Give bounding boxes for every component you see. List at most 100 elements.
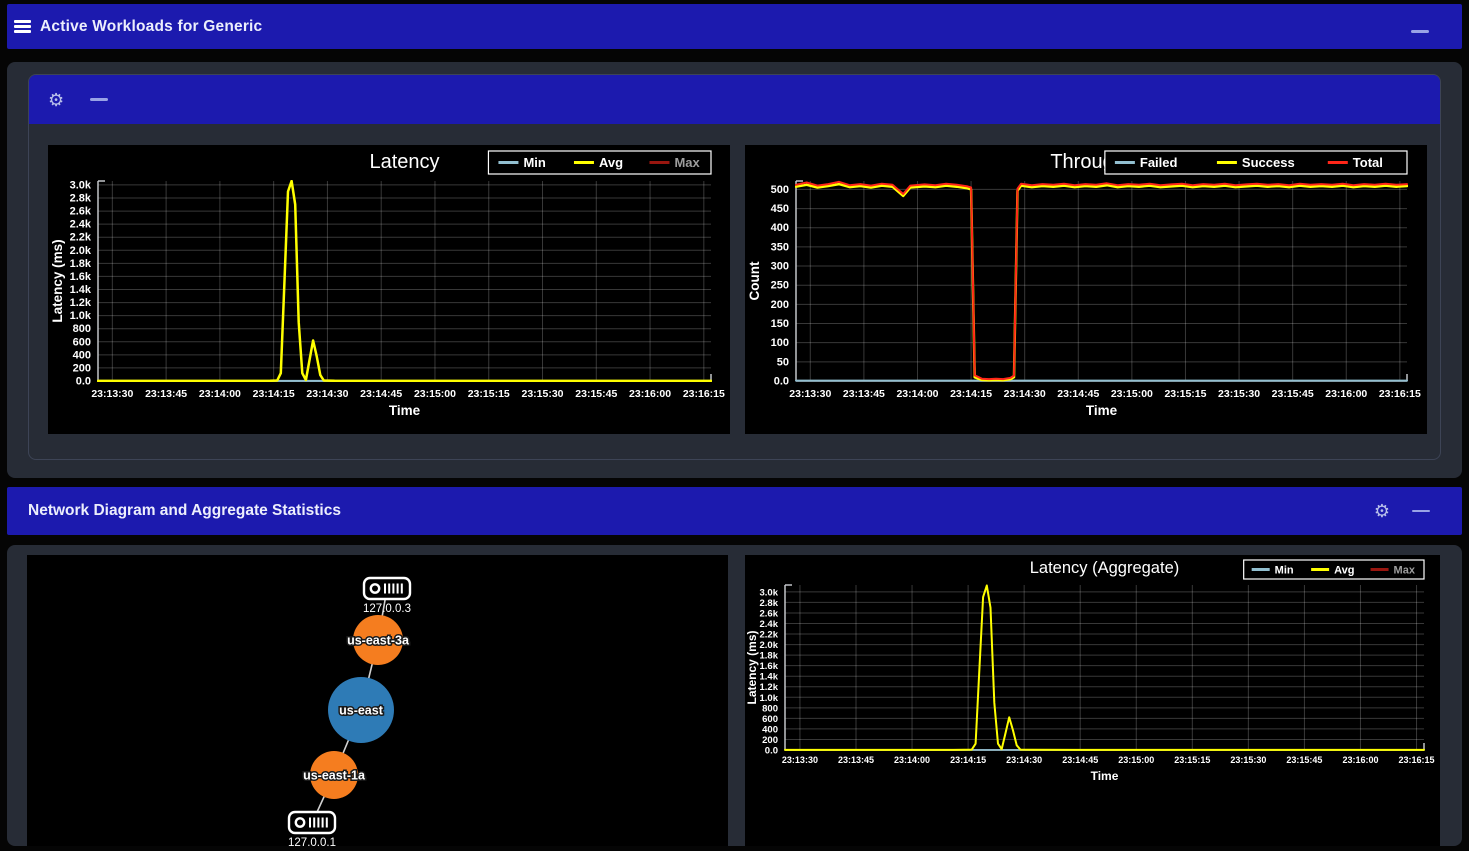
node-host-top[interactable]: 127.0.0.3 bbox=[363, 578, 411, 615]
x-tick-label: 23:14:00 bbox=[199, 388, 241, 400]
panel-minimize-icon[interactable] bbox=[90, 98, 108, 101]
network-section-header: Network Diagram and Aggregate Statistics… bbox=[7, 487, 1462, 535]
app-title-bar: Active Workloads for Generic bbox=[7, 4, 1462, 49]
node-us-east[interactable]: us-east bbox=[328, 677, 394, 743]
node-label: us-east-1a bbox=[303, 769, 366, 783]
y-tick-label: 2.0k bbox=[760, 640, 779, 651]
legend-label: Max bbox=[1394, 564, 1416, 576]
y-tick-label: 200 bbox=[771, 299, 789, 311]
chart-title: Latency (Aggregate) bbox=[1030, 559, 1180, 577]
latency-aggregate-panel: 0.02004006008001.0k1.2k1.4k1.6k1.8k2.0k2… bbox=[745, 555, 1440, 846]
y-tick-label: 0.0 bbox=[76, 376, 91, 388]
gear-icon[interactable]: ⚙ bbox=[48, 91, 64, 109]
latency-aggregate-chart[interactable]: 0.02004006008001.0k1.2k1.4k1.6k1.8k2.0k2… bbox=[745, 555, 1440, 800]
series-success bbox=[796, 184, 1407, 380]
y-tick-label: 200 bbox=[73, 362, 91, 374]
x-tick-label: 23:14:00 bbox=[894, 755, 930, 765]
y-tick-label: 50 bbox=[777, 356, 789, 368]
legend-label: Min bbox=[523, 155, 545, 170]
y-tick-label: 1.2k bbox=[760, 682, 779, 693]
x-tick-label: 23:13:45 bbox=[838, 755, 874, 765]
network-diagram[interactable]: 127.0.0.3 us-east-3a us-east us-east-1a 127.… bbox=[27, 555, 728, 846]
y-tick-label: 3.0k bbox=[760, 587, 779, 598]
section-minimize-icon[interactable] bbox=[1412, 510, 1430, 513]
charts-row: 0.02004006008001.0k1.2k1.4k1.6k1.8k2.0k2… bbox=[48, 145, 1427, 434]
node-us-east-3a[interactable]: us-east-3a bbox=[347, 615, 410, 665]
node-label: us-east-3a bbox=[347, 634, 410, 648]
node-host-bottom[interactable]: 127.0.0.1 bbox=[288, 812, 336, 846]
y-axis-label: Count bbox=[747, 261, 762, 300]
y-tick-label: 2.4k bbox=[760, 619, 779, 630]
x-tick-label: 23:16:15 bbox=[1399, 755, 1435, 765]
x-tick-label: 23:15:00 bbox=[1118, 755, 1154, 765]
y-tick-label: 1.6k bbox=[760, 661, 779, 672]
x-tick-label: 23:14:45 bbox=[1057, 388, 1099, 400]
y-tick-label: 1.8k bbox=[760, 651, 779, 662]
y-tick-label: 450 bbox=[771, 203, 789, 215]
x-tick-label: 23:14:15 bbox=[253, 388, 295, 400]
x-tick-label: 23:15:15 bbox=[1164, 388, 1206, 400]
x-tick-label: 23:16:15 bbox=[683, 388, 725, 400]
y-tick-label: 1.4k bbox=[760, 672, 779, 683]
y-tick-label: 150 bbox=[771, 318, 789, 330]
y-tick-label: 100 bbox=[771, 337, 789, 349]
y-axis-label: Latency (ms) bbox=[50, 239, 65, 322]
y-tick-label: 350 bbox=[771, 241, 789, 253]
latency-svg: 0.02004006008001.0k1.2k1.4k1.6k1.8k2.0k2… bbox=[48, 145, 730, 429]
x-tick-label: 23:15:00 bbox=[414, 388, 456, 400]
latency-chart[interactable]: 0.02004006008001.0k1.2k1.4k1.6k1.8k2.0k2… bbox=[48, 145, 730, 434]
y-tick-label: 1.2k bbox=[70, 297, 92, 309]
host-label: 127.0.0.1 bbox=[288, 837, 336, 846]
y-tick-label: 2.4k bbox=[70, 219, 92, 231]
x-tick-label: 23:14:30 bbox=[1006, 755, 1042, 765]
chart-title: Latency bbox=[369, 151, 439, 173]
y-tick-label: 0.0 bbox=[774, 376, 789, 388]
y-tick-label: 3.0k bbox=[70, 179, 92, 191]
workloads-panel: ⚙ 0.02004006008001.0k1.2k1.4k1.6k1.8k2.0… bbox=[28, 74, 1441, 460]
throughput-chart[interactable]: 0.05010015020025030035040045050023:13:30… bbox=[745, 145, 1427, 434]
y-tick-label: 500 bbox=[771, 184, 789, 196]
y-tick-label: 400 bbox=[762, 724, 778, 735]
window-minimize-icon[interactable] bbox=[1411, 30, 1429, 33]
y-tick-label: 1.8k bbox=[70, 258, 92, 270]
y-tick-label: 2.8k bbox=[760, 598, 779, 609]
x-tick-label: 23:13:30 bbox=[782, 755, 818, 765]
y-axis-label: Latency (ms) bbox=[745, 630, 759, 704]
y-tick-label: 2.6k bbox=[760, 608, 779, 619]
y-tick-label: 300 bbox=[771, 261, 789, 273]
x-tick-label: 23:15:30 bbox=[521, 388, 563, 400]
y-tick-label: 400 bbox=[73, 349, 91, 361]
y-tick-label: 2.2k bbox=[760, 630, 779, 641]
legend-label: Min bbox=[1275, 564, 1294, 576]
network-section-title: Network Diagram and Aggregate Statistics bbox=[28, 502, 341, 520]
node-label: us-east bbox=[339, 704, 384, 718]
x-tick-label: 23:15:15 bbox=[468, 388, 510, 400]
x-tick-label: 23:16:00 bbox=[629, 388, 671, 400]
x-axis-label: Time bbox=[1086, 403, 1118, 418]
x-tick-label: 23:15:45 bbox=[1272, 388, 1314, 400]
legend-label: Failed bbox=[1140, 155, 1178, 170]
x-tick-label: 23:15:45 bbox=[1286, 755, 1322, 765]
legend-label: Max bbox=[674, 155, 700, 170]
throughput-svg: 0.05010015020025030035040045050023:13:30… bbox=[745, 145, 1427, 429]
network-diagram-svg: 127.0.0.3 us-east-3a us-east us-east-1a 127.… bbox=[27, 555, 728, 846]
y-tick-label: 1.4k bbox=[70, 284, 92, 296]
network-stats-card: 127.0.0.3 us-east-3a us-east us-east-1a 127.… bbox=[7, 545, 1462, 846]
x-tick-label: 23:15:15 bbox=[1174, 755, 1210, 765]
y-tick-label: 1.0k bbox=[70, 310, 92, 322]
gear-icon[interactable]: ⚙ bbox=[1374, 502, 1390, 520]
menu-icon[interactable] bbox=[14, 17, 31, 35]
x-tick-label: 23:13:45 bbox=[145, 388, 187, 400]
workloads-panel-header: ⚙ bbox=[29, 75, 1440, 124]
y-tick-label: 600 bbox=[73, 336, 91, 348]
x-tick-label: 23:15:45 bbox=[575, 388, 617, 400]
legend-label: Avg bbox=[599, 155, 623, 170]
y-tick-label: 2.6k bbox=[70, 206, 92, 218]
legend-label: Success bbox=[1242, 155, 1295, 170]
host-label: 127.0.0.3 bbox=[363, 603, 411, 615]
y-tick-label: 1.0k bbox=[760, 693, 779, 704]
x-tick-label: 23:14:15 bbox=[950, 388, 992, 400]
y-tick-label: 2.2k bbox=[70, 232, 92, 244]
node-us-east-1a[interactable]: us-east-1a bbox=[303, 751, 366, 799]
x-tick-label: 23:14:30 bbox=[306, 388, 348, 400]
